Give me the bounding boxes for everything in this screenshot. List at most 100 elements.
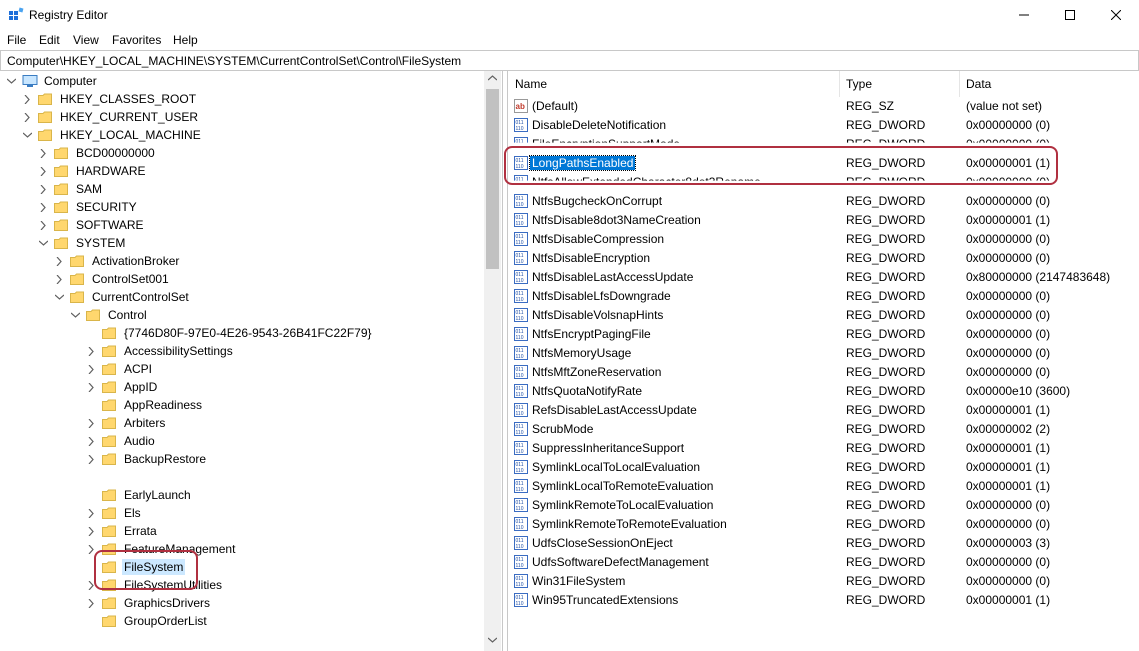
chevron-right-icon[interactable] <box>38 148 48 158</box>
chevron-right-icon[interactable] <box>86 616 96 626</box>
value-row[interactable]: 011 110 SymlinkLocalToLocalEvaluation REG_D… <box>508 458 1139 477</box>
menu-help[interactable]: Help <box>173 33 198 47</box>
menu-favorites[interactable]: Favorites <box>112 33 161 47</box>
value-row[interactable]: 011 110 NtfsEncryptPagingFile REG_DWORD 0x00… <box>508 325 1139 344</box>
chevron-right-icon[interactable] <box>54 274 64 284</box>
value-row[interactable]: 011 110 UdfsCloseSessionOnEject REG_DWORD 0x… <box>508 534 1139 553</box>
value-row[interactable]: 011 110 SymlinkLocalToRemoteEvaluation REG_… <box>508 477 1139 496</box>
tree-item[interactable]: HKEY_CLASSES_ROOT <box>22 90 198 108</box>
scroll-up-icon[interactable] <box>488 75 497 81</box>
scroll-down-icon[interactable] <box>488 637 497 643</box>
chevron-right-icon[interactable] <box>22 112 32 122</box>
address-bar[interactable]: Computer\HKEY_LOCAL_MACHINE\SYSTEM\Curre… <box>0 50 1139 71</box>
value-row[interactable]: 011 110 NtfsDisableLfsDowngrade REG_DWORD 0x… <box>508 287 1139 306</box>
tree-item[interactable]: AccessibilitySettings <box>86 342 235 360</box>
value-row[interactable]: 011 110 NtfsDisableCompression REG_DWORD 0x0… <box>508 230 1139 249</box>
maximize-button[interactable] <box>1047 0 1093 30</box>
tree-item[interactable]: SAM <box>38 180 104 198</box>
chevron-right-icon[interactable] <box>86 382 96 392</box>
tree-item[interactable]: HKEY_CURRENT_USER <box>22 108 200 126</box>
value-row[interactable]: 011 110 DisableDeleteNotification REG_DWORD… <box>508 116 1139 135</box>
tree-item[interactable]: Els <box>86 504 143 522</box>
tree-item[interactable]: GraphicsDrivers <box>86 594 212 612</box>
value-row[interactable]: ab (Default) REG_SZ (value not set) <box>508 97 1139 116</box>
chevron-right-icon[interactable] <box>38 220 48 230</box>
value-row[interactable]: 011 110 NtfsDisableEncryption REG_DWORD 0x00… <box>508 249 1139 268</box>
tree-item[interactable]: Audio <box>86 432 157 450</box>
tree-scrollbar[interactable] <box>484 71 501 651</box>
value-row[interactable]: 011 110 NtfsBugcheckOnCorrupt REG_DWORD 0x00… <box>508 192 1139 211</box>
chevron-down-icon[interactable] <box>54 292 64 302</box>
tree-item[interactable]: Control <box>70 306 149 324</box>
tree-item[interactable]: HKEY_LOCAL_MACHINE <box>22 126 203 144</box>
tree-item[interactable]: HARDWARE <box>38 162 148 180</box>
chevron-right-icon[interactable] <box>86 436 96 446</box>
menu-edit[interactable]: Edit <box>39 33 60 47</box>
scrollbar-thumb[interactable] <box>486 89 499 269</box>
column-divider[interactable] <box>959 71 960 97</box>
value-data: 0x00000000 (0) <box>966 574 1051 588</box>
minimize-button[interactable] <box>1001 0 1047 30</box>
chevron-right-icon[interactable] <box>86 526 96 536</box>
chevron-right-icon[interactable] <box>86 328 96 338</box>
value-row[interactable]: 011 110 NtfsMftZoneReservation REG_DWORD 0x0… <box>508 363 1139 382</box>
expand-chevron-icon[interactable] <box>6 76 16 86</box>
value-row[interactable]: 011 110 NtfsDisable8dot3NameCreation REG_DW… <box>508 211 1139 230</box>
tree-item[interactable]: SOFTWARE <box>38 216 146 234</box>
column-header-type[interactable]: Type <box>846 77 872 91</box>
value-row[interactable]: 011 110 NtfsDisableLastAccessUpdate REG_DWO… <box>508 268 1139 287</box>
value-row[interactable]: 011 110 SuppressInheritanceSupport REG_DWOR… <box>508 439 1139 458</box>
chevron-right-icon[interactable] <box>38 184 48 194</box>
chevron-right-icon[interactable] <box>38 166 48 176</box>
chevron-right-icon[interactable] <box>22 94 32 104</box>
tree-item[interactable]: Errata <box>86 522 159 540</box>
tree-item[interactable]: EarlyLaunch <box>86 486 193 504</box>
tree-item[interactable]: SECURITY <box>38 198 139 216</box>
close-button[interactable] <box>1093 0 1139 30</box>
tree-item[interactable]: AppReadiness <box>86 396 204 414</box>
menu-file[interactable]: File <box>7 33 26 47</box>
value-row[interactable]: 011 110 ScrubMode REG_DWORD 0x00000002 (2) <box>508 420 1139 439</box>
chevron-right-icon[interactable] <box>86 598 96 608</box>
chevron-down-icon[interactable] <box>70 310 80 320</box>
chevron-right-icon[interactable] <box>86 346 96 356</box>
chevron-right-icon[interactable] <box>38 202 48 212</box>
value-name: SymlinkLocalToRemoteEvaluation <box>532 479 714 493</box>
chevron-right-icon[interactable] <box>86 418 96 428</box>
chevron-right-icon[interactable] <box>86 400 96 410</box>
chevron-right-icon[interactable] <box>86 508 96 518</box>
chevron-down-icon[interactable] <box>22 130 32 140</box>
tree-item[interactable]: CurrentControlSet <box>54 288 191 306</box>
tree-item[interactable]: BackupRestore <box>86 450 208 468</box>
value-row[interactable]: 011 110 UdfsSoftwareDefectManagement REG_DW… <box>508 553 1139 572</box>
chevron-down-icon[interactable] <box>38 238 48 248</box>
value-row[interactable]: 011 110 NtfsDisableVolsnapHints REG_DWORD 0x… <box>508 306 1139 325</box>
value-row[interactable]: 011 110 Win31FileSystem REG_DWORD 0x00000000… <box>508 572 1139 591</box>
value-row[interactable]: 011 110 RefsDisableLastAccessUpdate REG_DWO… <box>508 401 1139 420</box>
tree-item[interactable]: GroupOrderList <box>86 612 209 630</box>
tree-item[interactable]: ControlSet001 <box>54 270 171 288</box>
value-row[interactable]: 011 110 Win95TruncatedExtensions REG_DWORD 0… <box>508 591 1139 610</box>
tree-item[interactable]: SYSTEM <box>38 234 127 252</box>
tree-item[interactable]: {7746D80F-97E0-4E26-9543-26B41FC22F79} <box>86 324 374 342</box>
column-header-name[interactable]: Name <box>515 77 547 91</box>
tree-item-label: HKEY_CLASSES_ROOT <box>60 92 197 106</box>
column-divider[interactable] <box>839 71 840 97</box>
chevron-right-icon[interactable] <box>86 490 96 500</box>
chevron-right-icon[interactable] <box>54 256 64 266</box>
value-row[interactable]: 011 110 SymlinkRemoteToRemoteEvaluation REG… <box>508 515 1139 534</box>
tree-item[interactable]: Arbiters <box>86 414 167 432</box>
tree-item[interactable]: Computer <box>6 72 99 90</box>
value-row[interactable]: 011 110 SymlinkRemoteToLocalEvaluation REG_… <box>508 496 1139 515</box>
tree-item[interactable]: ACPI <box>86 360 154 378</box>
chevron-right-icon[interactable] <box>86 364 96 374</box>
binary-value-icon: 011 110 <box>514 403 528 417</box>
tree-item[interactable]: AppID <box>86 378 159 396</box>
tree-item[interactable]: BCD00000000 <box>38 144 157 162</box>
column-header-data[interactable]: Data <box>966 77 991 91</box>
menu-view[interactable]: View <box>73 33 99 47</box>
value-row[interactable]: 011 110 NtfsQuotaNotifyRate REG_DWORD 0x0000… <box>508 382 1139 401</box>
chevron-right-icon[interactable] <box>86 454 96 464</box>
value-row[interactable]: 011 110 NtfsMemoryUsage REG_DWORD 0x00000000… <box>508 344 1139 363</box>
tree-item[interactable]: ActivationBroker <box>54 252 181 270</box>
